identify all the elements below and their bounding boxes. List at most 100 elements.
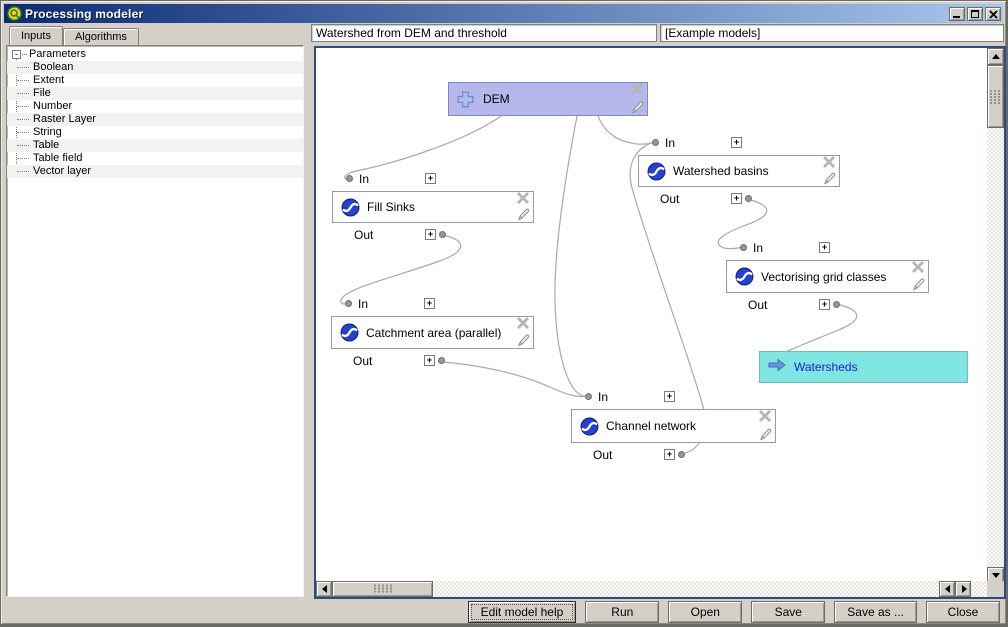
delete-node-icon[interactable] <box>822 156 836 170</box>
model-node-dem[interactable]: DEM <box>448 82 648 116</box>
close-icon <box>989 10 998 19</box>
model-canvas[interactable]: DEMIn+Fill SinksOut+In+Watershed basinsO… <box>316 48 987 583</box>
edit-node-icon[interactable] <box>516 334 530 348</box>
expand-plus-icon[interactable]: + <box>664 449 675 460</box>
model-node-watersheds[interactable]: Watersheds <box>759 351 968 383</box>
model-node-vectorising-grid-classes[interactable]: In+Vectorising grid classesOut+ <box>726 260 929 293</box>
connector-dot <box>678 451 685 458</box>
vertical-scroll-thumb[interactable] <box>987 65 1004 128</box>
close-button[interactable] <box>985 7 1001 21</box>
tree-item-string[interactable]: String <box>7 126 303 139</box>
node-actions <box>821 156 837 186</box>
node-box[interactable]: DEM <box>448 82 648 116</box>
button-save-as[interactable]: Save as ... <box>834 601 917 623</box>
node-box[interactable]: Fill Sinks <box>332 191 534 223</box>
tree-item-label: Vector layer <box>33 165 91 177</box>
expand-plus-icon[interactable]: + <box>424 298 435 309</box>
out-port-label: Out <box>353 354 372 368</box>
expand-plus-icon[interactable]: + <box>731 193 742 204</box>
saga-algorithm-icon <box>580 417 599 436</box>
model-node-catchment-area-parallel[interactable]: In+Catchment area (parallel)Out+ <box>331 316 534 349</box>
arrow-left-icon <box>322 585 327 593</box>
connection-fill-sinks-out-to-catchment-area-parallel-in <box>341 235 461 304</box>
connection-channel-network-out-to-watershed-basins-in <box>630 142 705 454</box>
minimize-button[interactable] <box>949 7 965 21</box>
tree-branch-line <box>22 54 27 55</box>
edit-node-icon[interactable] <box>822 172 836 186</box>
tab-inputs[interactable]: Inputs <box>9 26 63 45</box>
edit-node-icon[interactable] <box>758 428 772 442</box>
node-label: Watershed basins <box>673 164 769 178</box>
button-close[interactable]: Close <box>926 601 1000 623</box>
scroll-right-button[interactable] <box>955 581 971 597</box>
scroll-up-button[interactable] <box>987 48 1004 65</box>
model-name-input[interactable] <box>311 24 657 42</box>
watershed-basins-in-port-row: In+ <box>638 136 840 150</box>
expand-plus-icon[interactable]: + <box>819 299 830 310</box>
node-label: Channel network <box>606 419 696 433</box>
connector-dot <box>345 300 352 307</box>
node-box[interactable]: Vectorising grid classes <box>726 260 929 293</box>
expand-plus-icon[interactable]: + <box>731 137 742 148</box>
node-box[interactable]: Watershed basins <box>638 155 840 187</box>
edit-node-icon[interactable] <box>630 101 644 115</box>
scroll-left-button[interactable] <box>316 581 332 597</box>
qgis-app-icon <box>7 6 22 21</box>
model-node-watershed-basins[interactable]: In+Watershed basinsOut+ <box>638 155 840 187</box>
expand-plus-icon[interactable]: + <box>425 229 436 240</box>
in-port-label: In <box>358 297 368 311</box>
node-actions <box>515 317 531 348</box>
tree-root-parameters[interactable]: -Parameters <box>7 48 303 61</box>
button-open[interactable]: Open <box>668 601 742 623</box>
tree-item-label: String <box>33 126 62 138</box>
delete-node-icon[interactable] <box>516 317 530 331</box>
node-box[interactable]: Catchment area (parallel) <box>331 316 534 349</box>
horizontal-scroll-thumb[interactable] <box>332 581 433 597</box>
node-box[interactable]: Watersheds <box>759 351 968 383</box>
connector-dot <box>833 301 840 308</box>
button-edit-model-help[interactable]: Edit model help <box>468 601 577 623</box>
arrow-right-icon <box>962 585 967 593</box>
expand-plus-icon[interactable]: + <box>424 355 435 366</box>
arrow-left-icon <box>945 585 950 593</box>
out-port-label: Out <box>748 298 767 312</box>
edit-node-icon[interactable] <box>516 208 530 222</box>
tree-item-extent[interactable]: Extent <box>7 74 303 87</box>
button-save[interactable]: Save <box>751 601 825 623</box>
tree-item-vector-layer[interactable]: Vector layer <box>7 165 303 178</box>
tree-item-label: Raster Layer <box>33 113 96 125</box>
scroll-left-button-2[interactable] <box>939 581 955 597</box>
tree-item-table[interactable]: Table <box>7 139 303 152</box>
node-label: Watersheds <box>794 360 858 374</box>
vertical-scrollbar[interactable] <box>987 48 1004 583</box>
edit-node-icon[interactable] <box>911 278 925 292</box>
node-box[interactable]: Channel network <box>571 409 776 443</box>
tree-item-boolean[interactable]: Boolean <box>7 61 303 74</box>
delete-node-icon[interactable] <box>630 83 644 97</box>
add-input-icon <box>457 90 476 109</box>
expand-plus-icon[interactable]: + <box>664 391 675 402</box>
model-node-fill-sinks[interactable]: In+Fill SinksOut+ <box>332 191 534 223</box>
expand-plus-icon[interactable]: + <box>425 173 436 184</box>
model-group-input[interactable] <box>660 24 1004 42</box>
tree-item-file[interactable]: File <box>7 87 303 100</box>
horizontal-scrollbar[interactable] <box>316 581 987 597</box>
in-port-label: In <box>753 241 763 255</box>
tree-item-table-field[interactable]: Table field <box>7 152 303 165</box>
delete-node-icon[interactable] <box>911 261 925 275</box>
button-run[interactable]: Run <box>585 601 659 623</box>
window-title: Processing modeler <box>25 7 949 21</box>
title-bar[interactable]: Processing modeler <box>4 4 1003 23</box>
expand-plus-icon[interactable]: + <box>819 242 830 253</box>
delete-node-icon[interactable] <box>758 410 772 424</box>
tab-algorithms[interactable]: Algorithms <box>63 28 139 45</box>
maximize-button[interactable] <box>967 7 983 21</box>
tree-item-number[interactable]: Number <box>7 100 303 113</box>
tree-item-raster-layer[interactable]: Raster Layer <box>7 113 303 126</box>
tree-item-label: Table <box>33 139 59 151</box>
vertical-scroll-track[interactable] <box>987 48 1004 583</box>
channel-network-in-port-row: In+ <box>571 390 776 404</box>
delete-node-icon[interactable] <box>516 192 530 206</box>
panel-tabs: InputsAlgorithms <box>9 26 139 45</box>
model-node-channel-network[interactable]: In+Channel networkOut+ <box>571 409 776 443</box>
